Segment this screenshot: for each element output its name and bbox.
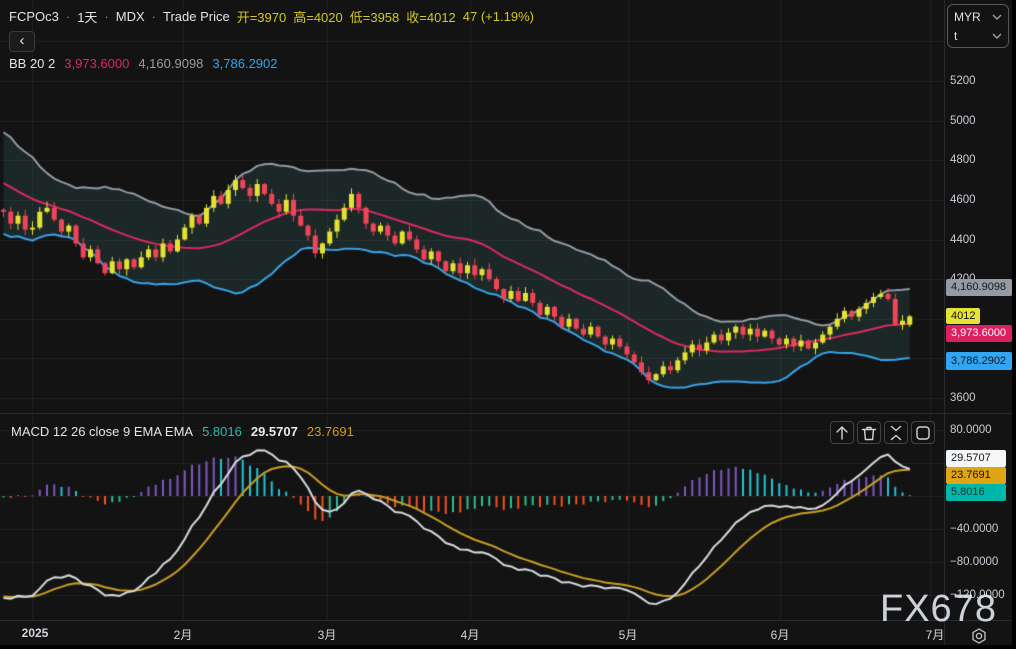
price-axis-label: 5000 [950, 115, 976, 127]
macd-axis-label: −120.0000 [950, 589, 1005, 601]
bb-label: BB 20 2 [9, 56, 56, 71]
macd-axis-label: 80.0000 [950, 424, 992, 436]
bb-upper-value: 4,160.9098 [138, 56, 204, 71]
price-axis-separator [944, 0, 945, 645]
series-type-label: Trade Price [163, 9, 230, 24]
arrow-up-icon [836, 425, 848, 440]
ohlc-high: 高=4020 [293, 10, 343, 25]
price-axis-label: 4800 [950, 154, 976, 166]
unit-selector: MYR t [947, 4, 1009, 48]
bb-basis-price-tag: 3,973.6000 [946, 325, 1012, 342]
separator-dot: · [151, 9, 156, 24]
macd-signal-value: 23.7691 [306, 424, 354, 439]
time-axis-separator [0, 620, 1012, 621]
separator-dot: · [65, 9, 71, 24]
pane-separator[interactable] [0, 413, 1012, 414]
bb-indicator-legend[interactable]: BB 20 2 3,973.6000 4,160.9098 3,786.2902 [9, 56, 278, 71]
currency-value: MYR [954, 9, 981, 24]
ohlc-low: 低=3958 [349, 10, 400, 25]
time-axis-label: 2月 [173, 628, 193, 642]
interval-label[interactable]: 1天 [77, 7, 97, 26]
macd-indicator-legend[interactable]: MACD 12 26 close 9 EMA EMA 5.8016 29.570… [11, 424, 354, 439]
time-axis-label: 3月 [317, 628, 337, 642]
chevron-down-icon [992, 14, 1002, 20]
macd-line-tag: 29.5707 [946, 450, 1006, 467]
time-axis-label: 7月 [925, 628, 945, 642]
macd-line-value: 29.5707 [250, 424, 298, 439]
back-button[interactable]: ‹ [9, 31, 35, 52]
collapse-chevrons-icon [890, 425, 902, 440]
chevron-down-icon [992, 33, 1002, 39]
ohlc-open: 开=3970 [236, 10, 287, 25]
time-axis-label: 4月 [460, 628, 480, 642]
bb-lower-value: 3,786.2902 [212, 56, 278, 71]
price-axis-label: 4600 [950, 194, 976, 206]
price-chart-canvas[interactable] [0, 0, 1012, 645]
symbol-header: FCPOc3 · 1天 · MDX · Trade Price 开=3970 高… [9, 7, 534, 26]
macd-pane-toolbar [830, 421, 935, 444]
price-axis-label: 5200 [950, 75, 976, 87]
exchange-label: MDX [115, 9, 145, 24]
price-axis-label: 3600 [950, 392, 976, 404]
time-axis-label: 5月 [618, 628, 638, 642]
currency-dropdown[interactable]: MYR [954, 7, 1002, 26]
maximize-icon [916, 425, 930, 440]
change-value: 47 (+1.19%) [462, 9, 534, 24]
ohlc-close: 收=4012 [406, 10, 456, 25]
collapse-pane-button[interactable] [884, 421, 908, 444]
macd-signal-tag: 23.7691 [946, 467, 1006, 484]
macd-hist-value: 5.8016 [202, 424, 242, 439]
trading-app-window: FCPOc3 · 1天 · MDX · Trade Price 开=3970 高… [0, 0, 1016, 649]
gear-hexagon-icon [972, 628, 986, 644]
axis-settings-button[interactable] [968, 627, 990, 645]
unit-dropdown[interactable]: t [954, 26, 1002, 45]
macd-axis-label: −40.0000 [950, 523, 999, 535]
macd-hist-tag: 5.8016 [946, 484, 1006, 501]
symbol-name[interactable]: FCPOc3 [9, 9, 59, 24]
macd-axis-label: −80.0000 [950, 556, 999, 568]
price-axis-label: 4400 [950, 234, 976, 246]
last-price-tag: 4012 [946, 308, 981, 324]
bb-upper-price-tag: 4,160.9098 [946, 279, 1012, 296]
macd-label: MACD 12 26 close 9 EMA EMA [11, 424, 194, 439]
time-axis-label: 6月 [770, 628, 790, 642]
chart-area: FCPOc3 · 1天 · MDX · Trade Price 开=3970 高… [0, 0, 1012, 645]
time-axis-label-year: 2025 [21, 626, 49, 640]
move-pane-up-button[interactable] [830, 421, 854, 444]
maximize-pane-button[interactable] [911, 421, 935, 444]
bb-basis-value: 3,973.6000 [64, 56, 130, 71]
separator-dot: · [104, 9, 109, 24]
chevron-left-icon: ‹ [19, 32, 25, 49]
bb-lower-price-tag: 3,786.2902 [946, 352, 1012, 370]
delete-pane-button[interactable] [857, 421, 881, 444]
trash-icon [861, 426, 877, 440]
unit-value: t [954, 28, 958, 43]
